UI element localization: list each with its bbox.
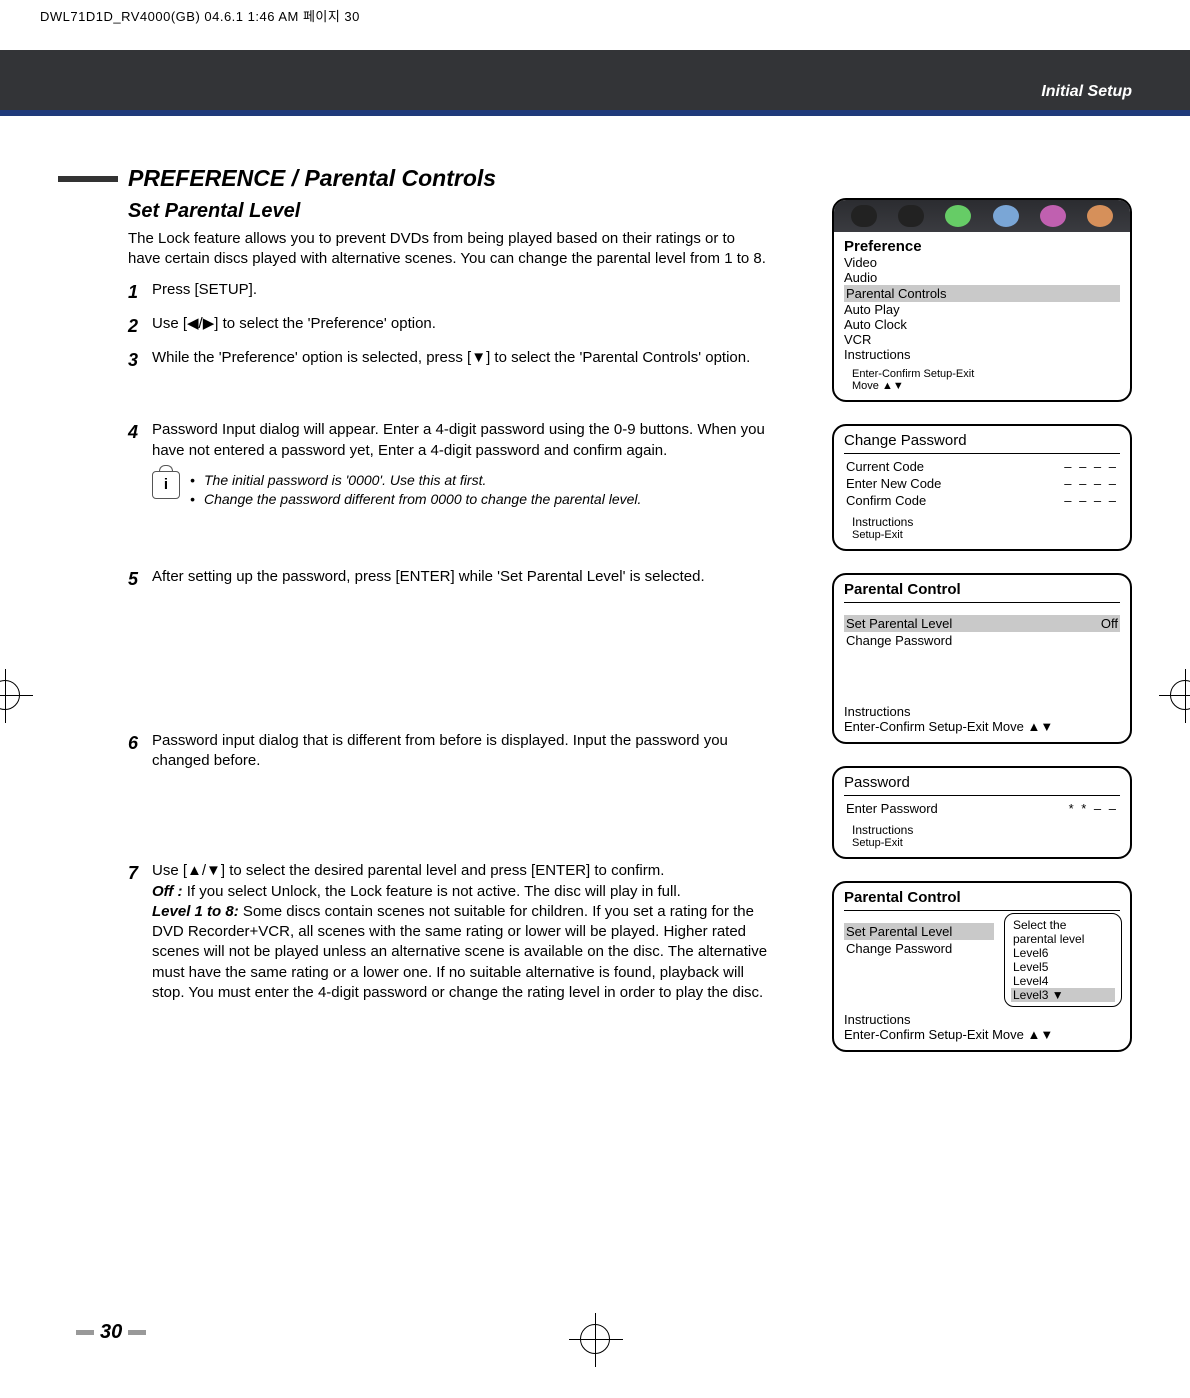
osd-footer-text: Enter-Confirm Setup-Exit Move ▲▼ [844,1027,1120,1042]
popup-item: Level4 [1011,974,1115,988]
step-text: While the 'Preference' option is selecte… [152,348,768,372]
tab-icon [1040,205,1066,227]
osd-label: Enter Password [846,801,938,816]
osd-item: Auto Play [844,302,1120,317]
osd-title: Parental Control [844,889,1120,906]
crop-mark-icon [1170,680,1190,710]
osd-title: Preference [844,238,1120,255]
heading: PREFERENCE / Parental Controls [128,165,496,192]
step-number: 2 [128,314,152,338]
tab-icon [1087,205,1113,227]
intro-text: The Lock feature allows you to prevent D… [128,229,768,270]
step-text: Password Input dialog will appear. Enter… [152,420,768,461]
osd-item: Auto Clock [844,317,1120,332]
step-number: 3 [128,348,152,372]
level-popup: Select the parental level Level6 Level5 … [1004,913,1122,1007]
note-text: Change the password different from 0000 … [204,491,641,507]
section-label: Initial Setup [1041,83,1132,101]
off-label: Off : [152,883,183,900]
heading-tick [58,176,118,182]
step-text: After setting up the password, press [EN… [152,567,768,591]
step-number: 5 [128,567,152,591]
osd-item: Instructions [844,347,1120,362]
popup-text: Select the [1011,918,1115,932]
note-text: The initial password is '0000'. Use this… [204,472,486,488]
osd-parental-control: Parental Control Set Parental Level Off C… [832,573,1132,744]
step-number: 6 [128,731,152,772]
tab-icon [898,205,924,227]
osd-preference: Preference Video Audio Parental Controls… [832,198,1132,402]
osd-value: Off [1101,616,1118,631]
osd-footer-text: Instructions [844,704,1120,719]
crop-mark-icon [0,680,20,710]
page-number: 30 [70,1321,152,1344]
osd-item-selected: Set Parental Level [846,616,952,631]
osd-item: Audio [844,270,1120,285]
note-list: •The initial password is '0000'. Use thi… [190,471,641,509]
osd-title: Password [844,774,1120,791]
step-text: Use [▲/▼] to select the desired parental… [152,861,768,1003]
osd-title: Parental Control [844,581,1120,598]
osd-parental-control-levels: Parental Control Set Parental Level Chan… [832,881,1132,1052]
osd-value: – – – – [1064,459,1118,474]
osd-label: Current Code [846,459,924,474]
step-text: Press [SETUP]. [152,280,768,304]
osd-footer-text: Instructions [844,1012,1120,1027]
print-header: DWL71D1D_RV4000(GB) 04.6.1 1:46 AM 페이지 3… [40,6,360,25]
header-band [0,50,1190,110]
osd-footer-text: Enter-Confirm Setup-Exit [852,368,1120,380]
osd-label: Enter New Code [846,476,941,491]
popup-item: Level6 [1011,946,1115,960]
step-number: 1 [128,280,152,304]
step-number: 4 [128,420,152,461]
step-text: Use [◀/▶] to select the 'Preference' opt… [152,314,768,338]
osd-password: Password Enter Password * * – – Instructi… [832,766,1132,859]
info-icon: i [152,471,180,499]
osd-item: Change Password [846,633,952,648]
osd-item: Change Password [846,941,952,956]
osd-tabbar [834,200,1130,232]
osd-column: Preference Video Audio Parental Controls… [832,198,1132,1074]
step-text: Password input dialog that is different … [152,731,768,772]
osd-value: – – – – [1064,493,1118,508]
popup-item-selected: Level3 ▼ [1011,988,1115,1002]
osd-value: – – – – [1064,476,1118,491]
osd-footer-text: Instructions [852,515,1120,529]
tab-icon [993,205,1019,227]
step-number: 7 [128,861,152,1003]
header-accent-bar [0,110,1190,116]
popup-item: Level5 [1011,960,1115,974]
osd-item: VCR [844,332,1120,347]
osd-change-password: Change Password Current Code – – – – Ente… [832,424,1132,551]
osd-item-selected: Set Parental Level [846,924,952,939]
osd-value: * * – – [1069,801,1118,816]
osd-footer-text: Instructions [852,823,1120,837]
osd-footer-text: Setup-Exit [852,529,1120,541]
tab-icon [945,205,971,227]
osd-item-selected: Parental Controls [846,286,946,301]
osd-label: Confirm Code [846,493,926,508]
osd-item: Video [844,255,1120,270]
osd-footer-text: Move ▲▼ [852,380,1120,392]
level-label: Level 1 to 8: [152,903,239,920]
osd-title: Change Password [844,432,1120,449]
popup-text: parental level [1011,932,1115,946]
osd-footer-text: Enter-Confirm Setup-Exit Move ▲▼ [844,719,1120,734]
tab-icon [851,205,877,227]
crop-mark-icon [580,1324,610,1354]
osd-footer-text: Setup-Exit [852,837,1120,849]
